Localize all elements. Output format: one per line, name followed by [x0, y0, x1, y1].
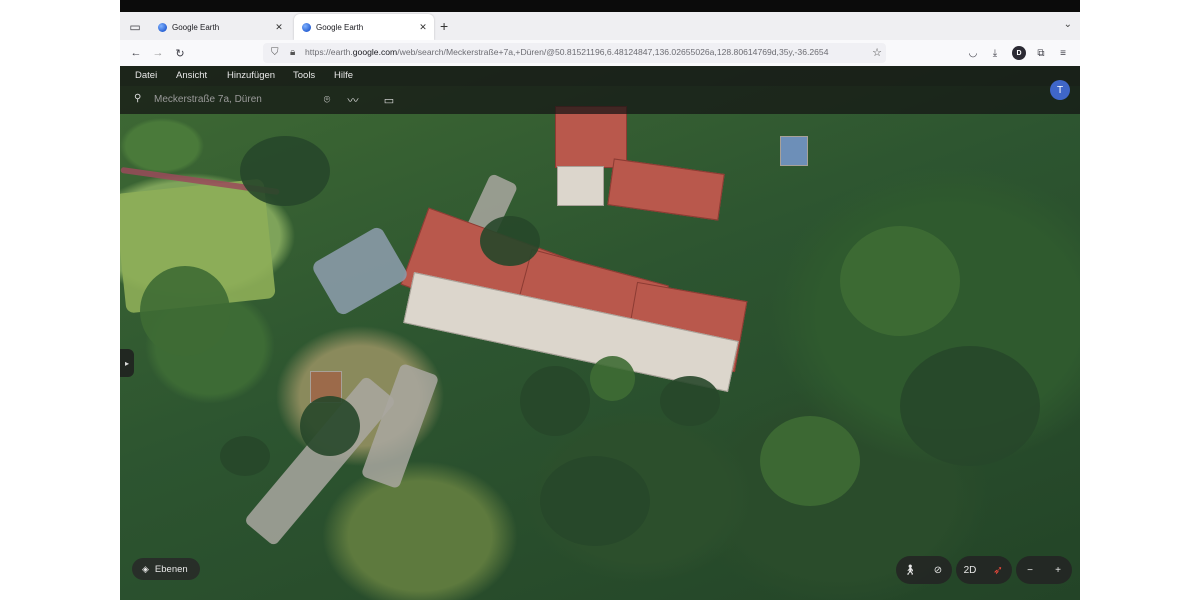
menu-hilfe[interactable]: Hilfe: [334, 70, 353, 81]
side-panel-toggle[interactable]: ▸: [120, 349, 134, 377]
search-field[interactable]: ⚲ Meckerstraße 7a, Düren: [132, 91, 312, 109]
tree: [480, 216, 540, 266]
extensions-icon[interactable]: ⧉: [1034, 46, 1048, 60]
pocket-icon[interactable]: ◡: [966, 46, 980, 60]
zoom-in-button[interactable]: +: [1044, 556, 1072, 584]
pegman-icon[interactable]: 🚶︎: [896, 556, 924, 584]
profile-icon[interactable]: D: [1012, 46, 1026, 60]
left-padding: [0, 12, 120, 600]
close-icon[interactable]: ✕: [416, 22, 430, 33]
view-controls-b: 2D ➶: [956, 556, 1012, 584]
chevron-down-icon[interactable]: ⌄: [1064, 19, 1072, 30]
globe-icon: [158, 22, 167, 32]
tree: [660, 376, 720, 426]
url-path: /web/search/Meckerstraße+7a,+Düren/@50.8…: [397, 47, 829, 57]
menu-ansicht[interactable]: Ansicht: [176, 70, 207, 81]
tab-title: Google Earth: [316, 22, 364, 32]
zoom-out-button[interactable]: −: [1016, 556, 1044, 584]
bookmark-star-icon[interactable]: ☆: [872, 46, 882, 59]
tree: [760, 416, 860, 506]
tab-list-icon[interactable]: ▭: [126, 18, 144, 36]
url-prefix: https://earth.: [305, 47, 353, 57]
address-bar[interactable]: ⛉ 🔒︎ https://earth.google.com/web/search…: [263, 43, 886, 63]
url-host: google.com: [352, 47, 398, 57]
layers-button[interactable]: ◈ Ebenen: [132, 558, 200, 580]
close-icon[interactable]: ✕: [272, 22, 286, 33]
search-icon[interactable]: ⚲: [134, 93, 141, 104]
ruler-icon[interactable]: ▭: [381, 92, 397, 108]
back-arrow-icon[interactable]: ←: [128, 45, 144, 61]
tree: [140, 266, 230, 356]
top-black-bar: [120, 0, 1080, 12]
blue-structure: [780, 136, 808, 166]
tab-google-earth-1[interactable]: Google Earth ✕: [150, 14, 290, 40]
lock-icon[interactable]: 🔒︎: [290, 47, 295, 58]
search-input[interactable]: Meckerstraße 7a, Düren: [154, 94, 262, 105]
layers-icon: ◈: [142, 563, 149, 574]
tree: [840, 226, 960, 336]
tab-title: Google Earth: [172, 22, 220, 32]
menu-icon[interactable]: ≡: [1056, 46, 1070, 60]
tree: [900, 346, 1040, 466]
right-padding: [1080, 12, 1200, 600]
building-facade: [557, 166, 604, 206]
forward-arrow-icon[interactable]: →: [150, 45, 166, 61]
tree: [540, 456, 650, 546]
avatar[interactable]: T: [1050, 80, 1070, 100]
zoom-controls: − +: [1016, 556, 1072, 584]
view-2d-button[interactable]: 2D: [956, 556, 984, 584]
download-icon[interactable]: ⤓: [988, 46, 1002, 60]
shield-icon[interactable]: ⛉: [271, 47, 279, 58]
new-tab-button[interactable]: +: [440, 18, 448, 34]
tilt-icon[interactable]: ⊘: [924, 556, 952, 584]
menu-datei[interactable]: Datei: [135, 70, 157, 81]
earth-menu-bar: Datei Ansicht Hinzufügen Tools Hilfe: [120, 66, 1080, 86]
layers-label: Ebenen: [154, 563, 188, 575]
path-icon[interactable]: 〰: [345, 92, 361, 108]
url-text[interactable]: https://earth.google.com/web/search/Meck…: [305, 47, 865, 57]
tree: [300, 396, 360, 456]
menu-hinzufuegen[interactable]: Hinzufügen: [227, 70, 275, 81]
reload-icon[interactable]: ↻: [172, 45, 188, 61]
compass-icon[interactable]: ➶: [984, 556, 1012, 584]
view-controls-a: 🚶︎ ⊘: [896, 556, 952, 584]
menu-tools[interactable]: Tools: [293, 70, 315, 81]
earth-toolbar: ⚲ Meckerstraße 7a, Düren ⌾ 〰 ▭: [120, 86, 1080, 114]
tab-google-earth-2[interactable]: Google Earth ✕: [294, 14, 434, 40]
browser-nav-bar: ← → ↻ ⛉ 🔒︎ https://earth.google.com/web/…: [120, 40, 1080, 66]
tree: [240, 136, 330, 206]
location-pin-icon[interactable]: ⌾: [319, 92, 335, 108]
tree: [590, 356, 635, 401]
tree: [520, 366, 590, 436]
google-earth-app: Datei Ansicht Hinzufügen Tools Hilfe ⚲ M…: [120, 66, 1080, 600]
browser-tab-strip: ▭ Google Earth ✕ Google Earth ✕ + ⌄: [120, 12, 1080, 40]
tree: [220, 436, 270, 476]
globe-icon: [302, 22, 311, 32]
